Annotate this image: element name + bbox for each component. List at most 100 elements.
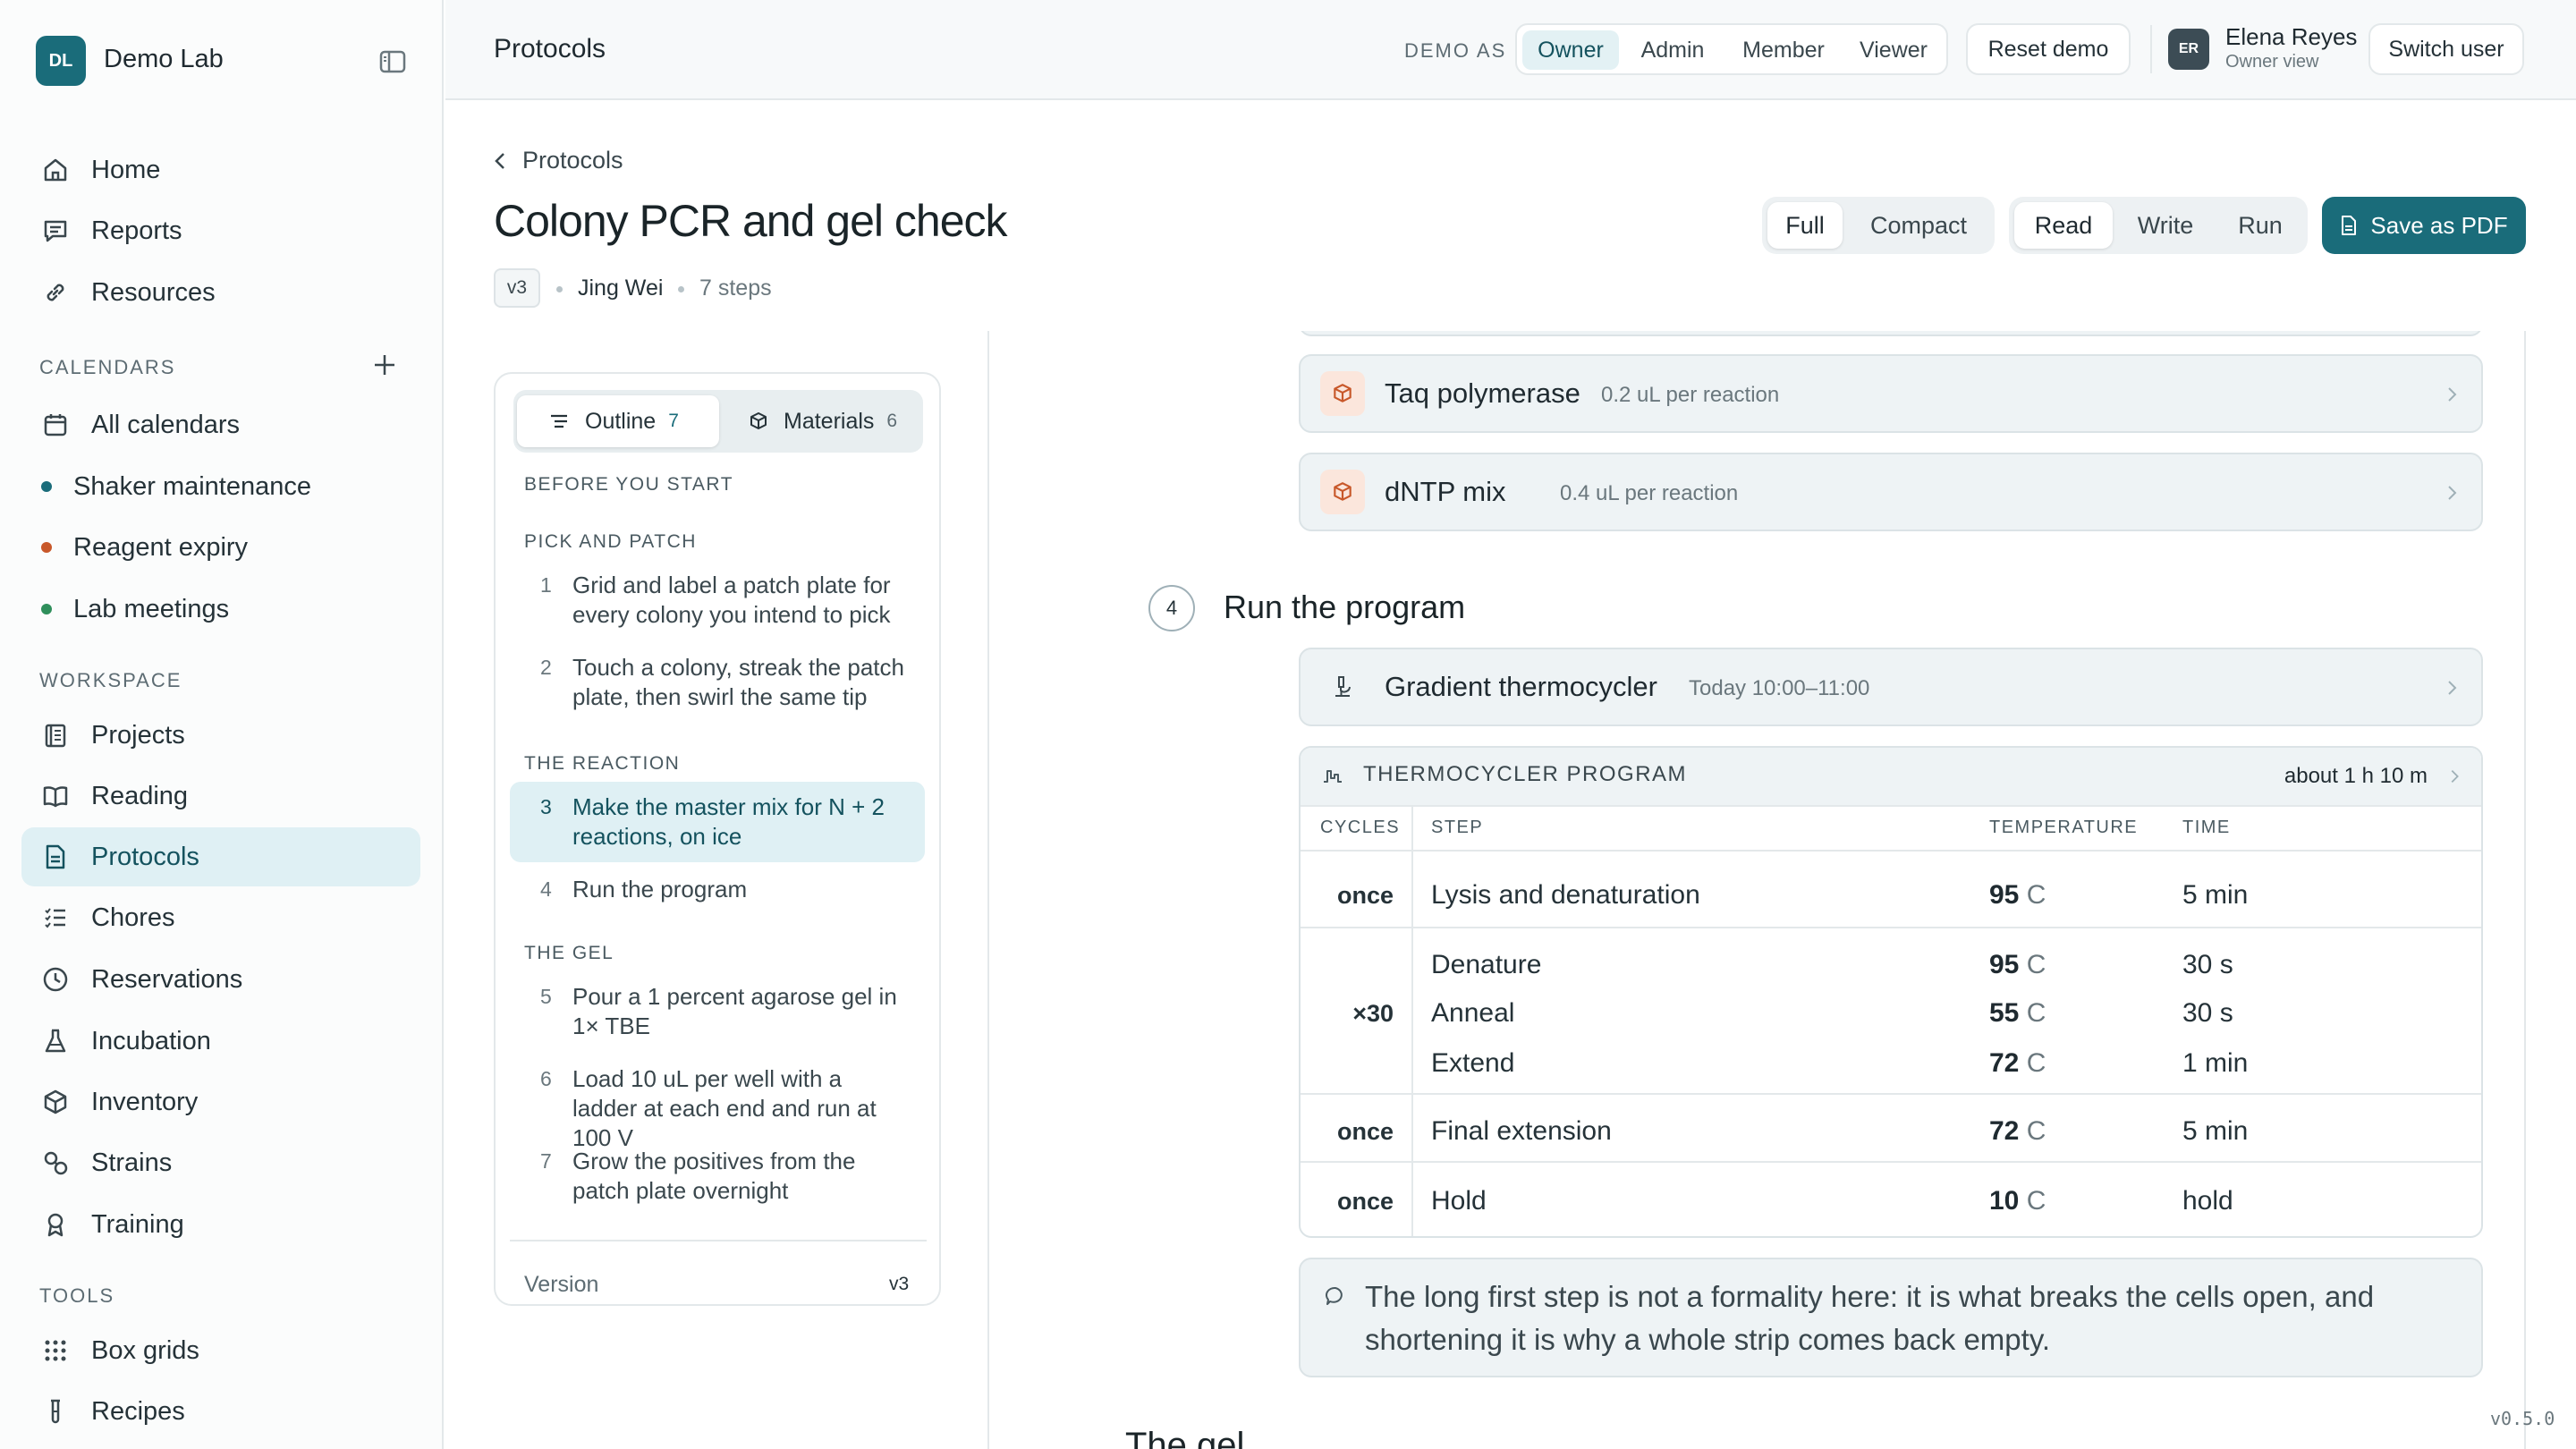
sidebar-item-reservations[interactable]: Reservations — [21, 950, 420, 1009]
step-number: 3 — [540, 795, 552, 818]
book-icon — [39, 780, 72, 812]
mode-read[interactable]: Read — [2014, 202, 2113, 249]
material-card[interactable]: Taq polymerase 0.2 uL per reaction — [1299, 354, 2483, 433]
sidebar-item-box-grids[interactable]: Box grids — [21, 1321, 420, 1380]
chat-icon — [39, 215, 72, 247]
sidebar-item-home[interactable]: Home — [21, 140, 420, 199]
sidebar-item-projects[interactable]: Projects — [21, 706, 420, 765]
grid-icon — [39, 1335, 72, 1367]
chevron-right-icon[interactable] — [2445, 767, 2463, 785]
box-icon — [1320, 470, 1365, 514]
author[interactable]: Jing Wei — [578, 275, 663, 301]
outline-section-title[interactable]: THE REACTION — [524, 753, 680, 775]
sidebar-item-incubation[interactable]: Incubation — [21, 1012, 420, 1071]
temperature: 95 C — [1989, 950, 2046, 980]
sidebar-item-inventory[interactable]: Inventory — [21, 1072, 420, 1131]
collapse-sidebar-icon[interactable] — [376, 47, 410, 77]
home-icon — [39, 154, 72, 186]
lab-name[interactable]: Demo Lab — [104, 45, 224, 74]
sidebar-item-label: Incubation — [91, 1026, 211, 1055]
sidebar-item-label: Reagent expiry — [73, 532, 249, 562]
protocol-document: Taq polymerase 0.2 uL per reaction dNTP … — [987, 331, 2526, 1449]
sidebar-item-resources[interactable]: Resources — [21, 263, 420, 322]
list-icon — [549, 412, 569, 430]
sidebar-item-reading[interactable]: Reading — [21, 767, 420, 826]
step-note: The long first step is not a formality h… — [1299, 1258, 2483, 1377]
sidebar-item-strains[interactable]: Strains — [21, 1133, 420, 1192]
density-toggle: Full Compact — [1762, 197, 1995, 254]
sidebar-item-label: Reports — [91, 216, 182, 245]
tab-outline[interactable]: Outline 7 — [517, 395, 719, 447]
microscope-icon — [1320, 665, 1365, 709]
temperature-unit: C — [2026, 880, 2046, 910]
section-heading: The gel — [1125, 1426, 1245, 1449]
tab-materials-label: Materials — [784, 408, 875, 434]
role-admin[interactable]: Admin — [1624, 30, 1721, 70]
outline-step-6[interactable]: 6 Load 10 uL per well with a ladder at e… — [510, 1064, 925, 1151]
step-text: Grow the positives from the patch plate … — [572, 1148, 856, 1204]
outline-section-title[interactable]: PICK AND PATCH — [524, 531, 697, 553]
role-owner[interactable]: Owner — [1522, 30, 1619, 70]
sidebar-item-training[interactable]: Training — [21, 1195, 420, 1254]
temperature: 72 C — [1989, 1048, 2046, 1079]
lab-logo[interactable]: DL — [36, 36, 86, 86]
sidebar-item-recipes[interactable]: Recipes — [21, 1382, 420, 1441]
density-full[interactable]: Full — [1767, 202, 1843, 249]
cycles: ×30 — [1352, 1000, 1394, 1027]
column-header-temperature: TEMPERATURE — [1989, 818, 2139, 837]
sidebar-item-label: Lab meetings — [73, 594, 230, 623]
divider — [2150, 25, 2152, 73]
sidebar-item-protocols[interactable]: Protocols — [21, 827, 420, 886]
outline-step-5[interactable]: 5 Pour a 1 percent agarose gel in 1× TBE — [510, 982, 925, 1050]
sidebar-item-shaker-maintenance[interactable]: Shaker maintenance — [21, 457, 420, 516]
density-compact[interactable]: Compact — [1848, 202, 1989, 249]
column-header-time: TIME — [2182, 818, 2231, 837]
tab-materials-count: 6 — [886, 411, 898, 431]
outline-step-3[interactable]: 3 Make the master mix for N + 2 reaction… — [510, 782, 925, 862]
add-calendar-icon[interactable] — [369, 349, 401, 381]
outline-section-title[interactable]: THE GEL — [524, 943, 614, 964]
step-number: 2 — [540, 656, 552, 679]
outline-step-1[interactable]: 1 Grid and label a patch plate for every… — [510, 571, 925, 639]
equipment-card[interactable]: Gradient thermocycler Today 10:00–11:00 — [1299, 648, 2483, 726]
mode-write[interactable]: Write — [2116, 202, 2215, 249]
column-header-cycles: CYCLES — [1320, 818, 1401, 837]
breadcrumb[interactable]: Protocols — [494, 147, 623, 174]
sidebar-item-label: All calendars — [91, 410, 241, 439]
role-viewer[interactable]: Viewer — [1844, 30, 1943, 70]
step-number: 4 — [540, 877, 552, 901]
sidebar-item-lab-meetings[interactable]: Lab meetings — [21, 580, 420, 639]
sidebar-item-reagent-expiry[interactable]: Reagent expiry — [21, 518, 420, 577]
role-switcher: Owner Admin Member Viewer — [1515, 23, 1948, 75]
equipment-name: Gradient thermocycler — [1385, 671, 1657, 702]
tools-heading: TOOLS — [39, 1284, 115, 1307]
outline-step-4[interactable]: 4 Run the program — [510, 875, 925, 914]
duration: 30 s — [2182, 998, 2233, 1028]
switch-user-button[interactable]: Switch user — [2368, 23, 2524, 75]
sidebar-item-reports[interactable]: Reports — [21, 201, 420, 260]
chevron-right-icon — [2442, 483, 2462, 503]
material-card[interactable]: dNTP mix 0.4 uL per reaction — [1299, 453, 2483, 531]
role-member[interactable]: Member — [1726, 30, 1841, 70]
mode-run[interactable]: Run — [2218, 202, 2302, 249]
outline-step-7[interactable]: 7 Grow the positives from the patch plat… — [510, 1147, 925, 1215]
save-as-pdf-button[interactable]: Save as PDF — [2322, 197, 2526, 254]
tab-materials[interactable]: Materials 6 — [723, 395, 919, 447]
step-name: Anneal — [1431, 998, 1515, 1028]
sidebar-item-chores[interactable]: Chores — [21, 888, 420, 947]
reset-demo-button[interactable]: Reset demo — [1966, 23, 2131, 75]
avatar[interactable]: ER — [2168, 29, 2209, 70]
divider — [1301, 805, 2481, 807]
temperature: 10 C — [1989, 1186, 2046, 1216]
temperature-unit: C — [2026, 1186, 2046, 1216]
outline-section-before[interactable]: BEFORE YOU START — [524, 474, 733, 496]
sidebar-item-all-calendars[interactable]: All calendars — [21, 395, 420, 454]
outline-step-2[interactable]: 2 Touch a colony, streak the patch plate… — [510, 653, 925, 721]
step-text: Load 10 uL per well with a ladder at eac… — [572, 1065, 877, 1151]
chevron-right-icon — [2442, 385, 2462, 404]
duration: 30 s — [2182, 950, 2233, 979]
award-icon — [39, 1208, 72, 1241]
box-icon — [1320, 371, 1365, 416]
protocol-title: Colony PCR and gel check — [494, 196, 1008, 246]
cycles: once — [1336, 1118, 1394, 1145]
